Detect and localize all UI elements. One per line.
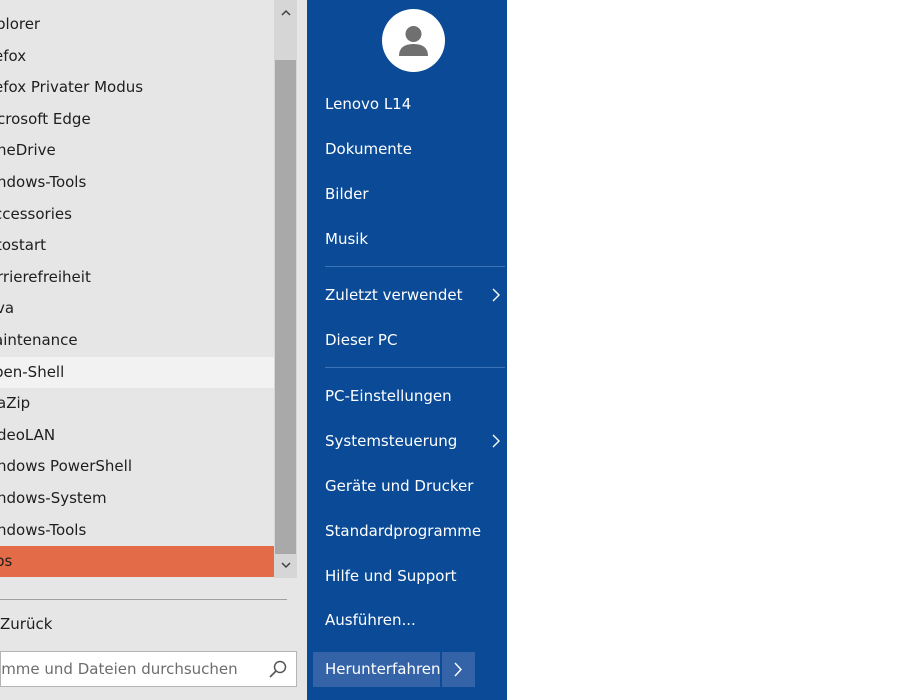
menu-item-label: Hilfe und Support — [325, 567, 457, 585]
menu-item-label: Dieser PC — [325, 331, 398, 349]
scroll-down-icon[interactable] — [274, 556, 297, 578]
menu-item-musik[interactable]: Musik — [325, 224, 505, 254]
program-list-scrollbar[interactable] — [274, 0, 297, 578]
menu-item-label: Geräte und Drucker — [325, 477, 474, 495]
program-label: crosoft Edge — [0, 110, 91, 128]
program-label: aintenance — [0, 331, 78, 349]
menu-item-label: Zuletzt verwendet — [325, 286, 463, 304]
scrollbar-thumb[interactable] — [275, 60, 296, 554]
menu-item-label: Standardprogramme — [325, 522, 482, 540]
program-label: efox — [0, 47, 27, 65]
divider — [0, 599, 287, 600]
program-label: aZip — [0, 394, 31, 412]
chevron-right-icon — [492, 434, 500, 448]
program-list: plorer efox efox Privater Modus crosoft … — [0, 0, 274, 578]
program-label: deoLAN — [0, 426, 56, 444]
program-item[interactable]: crosoft Edge — [0, 104, 274, 135]
program-label: tostart — [0, 236, 46, 254]
program-label: ndows PowerShell — [0, 457, 132, 475]
start-menu-right-panel: Lenovo L14 Dokumente Bilder Musik Zuletz… — [307, 0, 507, 700]
program-item[interactable]: ndows-Tools — [0, 167, 274, 198]
program-label: efox Privater Modus — [0, 78, 144, 96]
menu-item-label: Lenovo L14 — [325, 95, 412, 113]
program-item-hover[interactable]: pen-Shell — [0, 357, 274, 388]
menu-item-bilder[interactable]: Bilder — [325, 179, 505, 209]
user-avatar-icon[interactable] — [382, 9, 445, 72]
program-label: ccessories — [0, 205, 72, 223]
menu-item-label: Systemsteuerung — [325, 432, 458, 450]
chevron-right-icon — [492, 288, 500, 302]
menu-item-geraete-und-drucker[interactable]: Geräte und Drucker — [325, 471, 505, 501]
menu-item-dokumente[interactable]: Dokumente — [325, 134, 505, 164]
chevron-right-icon — [454, 662, 462, 677]
menu-item-label: Bilder — [325, 185, 369, 203]
program-item[interactable]: plorer — [0, 9, 274, 40]
program-item[interactable]: efox — [0, 41, 274, 72]
program-label: ndows-System — [0, 489, 107, 507]
search-box[interactable] — [0, 651, 297, 687]
program-item[interactable]: va — [0, 293, 274, 324]
program-item[interactable]: rrierefreiheit — [0, 262, 274, 293]
shutdown-label: Herunterfahren — [325, 660, 441, 678]
program-label: plorer — [0, 15, 41, 33]
menu-item-systemsteuerung[interactable]: Systemsteuerung — [325, 426, 505, 456]
menu-separator — [325, 266, 505, 267]
program-item[interactable]: tostart — [0, 230, 274, 261]
menu-item-label: Musik — [325, 230, 369, 248]
menu-item-hilfe-und-support[interactable]: Hilfe und Support — [325, 561, 505, 591]
shutdown-button[interactable]: Herunterfahren — [313, 652, 441, 687]
program-item[interactable]: ccessories — [0, 199, 274, 230]
menu-item-label: PC-Einstellungen — [325, 387, 452, 405]
scroll-up-icon[interactable] — [274, 4, 297, 26]
program-label: ndows-Tools — [0, 173, 87, 191]
shutdown-options-button[interactable] — [442, 652, 475, 687]
menu-item-standardprogramme[interactable]: Standardprogramme — [325, 516, 505, 546]
program-item-selected[interactable]: ps — [0, 546, 274, 577]
program-panel: plorer efox efox Privater Modus crosoft … — [0, 0, 307, 700]
program-item[interactable]: ndows PowerShell — [0, 451, 274, 482]
menu-item-label: Dokumente — [325, 140, 412, 158]
program-label: neDrive — [0, 141, 56, 159]
program-item[interactable]: neDrive — [0, 135, 274, 166]
back-button[interactable]: Zurück — [0, 612, 52, 636]
program-item[interactable]: aZip — [0, 388, 274, 419]
search-input[interactable] — [1, 652, 261, 686]
menu-item-zuletzt-verwendet[interactable]: Zuletzt verwendet — [325, 280, 505, 310]
program-label: pen-Shell — [0, 363, 65, 381]
program-item[interactable]: ndows-Tools — [0, 515, 274, 546]
menu-item-pc-einstellungen[interactable]: PC-Einstellungen — [325, 381, 505, 411]
program-item[interactable]: deoLAN — [0, 420, 274, 451]
menu-item-ausfuehren[interactable]: Ausführen... — [325, 605, 505, 635]
back-label: Zurück — [0, 615, 53, 633]
menu-item-computer[interactable]: Lenovo L14 — [325, 89, 505, 119]
menu-item-label: Ausführen... — [325, 611, 416, 629]
program-label: va — [0, 299, 15, 317]
program-item[interactable]: ndows-System — [0, 483, 274, 514]
menu-separator — [325, 367, 505, 368]
program-label: rrierefreiheit — [0, 268, 91, 286]
program-label: ndows-Tools — [0, 521, 87, 539]
search-icon[interactable] — [268, 659, 288, 679]
program-label: ps — [0, 552, 13, 570]
menu-item-dieser-pc[interactable]: Dieser PC — [325, 325, 505, 355]
program-item[interactable]: efox Privater Modus — [0, 72, 274, 103]
program-item[interactable]: aintenance — [0, 325, 274, 356]
